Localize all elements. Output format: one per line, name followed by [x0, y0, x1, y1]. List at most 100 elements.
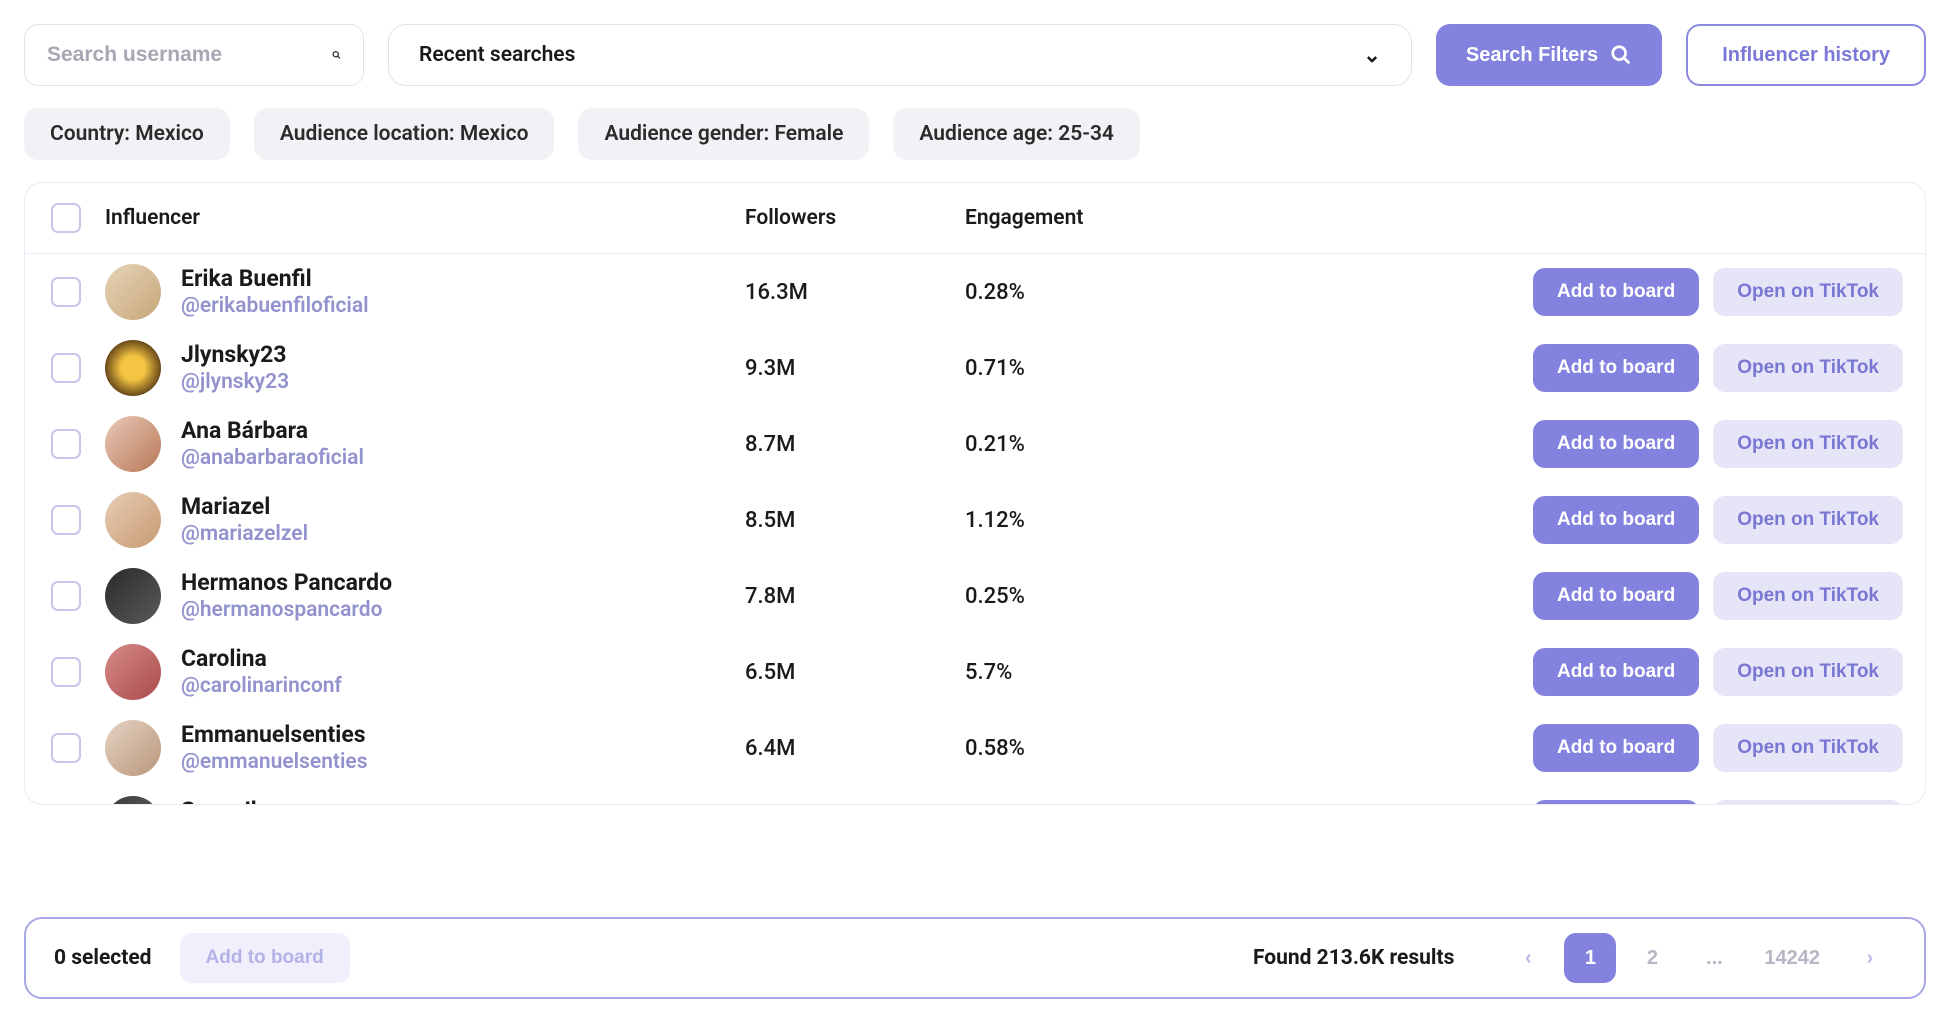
- influencer-history-button[interactable]: Influencer history: [1686, 24, 1926, 86]
- row-checkbox[interactable]: [51, 657, 81, 687]
- table-row: Carolina@carolinarinconf6.5M5.7%Add to b…: [25, 634, 1925, 710]
- row-checkbox[interactable]: [51, 733, 81, 763]
- influencer-name: Jlynsky23: [181, 341, 289, 370]
- engagement-value: 5.7%: [965, 660, 1503, 685]
- open-on-tiktok-button[interactable]: Open on TikTok: [1713, 496, 1903, 544]
- selected-count: 0 selected: [54, 946, 152, 970]
- column-header-engagement: Engagement: [965, 206, 1503, 230]
- row-checkbox[interactable]: [51, 277, 81, 307]
- add-to-board-button[interactable]: Add to board: [1533, 572, 1699, 620]
- table-row: Sosa Jhons@sosajhons6.5M1.6%Add to board…: [25, 786, 1925, 804]
- influencer-name: Carolina: [181, 645, 342, 674]
- engagement-value: 0.25%: [965, 584, 1503, 609]
- row-checkbox[interactable]: [51, 353, 81, 383]
- avatar: [105, 644, 161, 700]
- influencer-cell[interactable]: Mariazel@mariazelzel: [105, 492, 745, 548]
- add-to-board-button[interactable]: Add to board: [1533, 724, 1699, 772]
- row-checkbox[interactable]: [51, 429, 81, 459]
- filter-chip-audience-location[interactable]: Audience location: Mexico: [254, 108, 555, 160]
- search-username-box[interactable]: [24, 24, 364, 86]
- open-on-tiktok-button[interactable]: Open on TikTok: [1713, 420, 1903, 468]
- avatar: [105, 568, 161, 624]
- influencer-handle: @mariazelzel: [181, 521, 308, 547]
- engagement-value: 0.28%: [965, 280, 1503, 305]
- add-to-board-footer-button[interactable]: Add to board: [180, 933, 350, 983]
- influencer-cell[interactable]: Jlynsky23@jlynsky23: [105, 340, 745, 396]
- influencer-cell[interactable]: Ana Bárbara@anabarbaraoficial: [105, 416, 745, 472]
- search-icon: [1610, 44, 1632, 66]
- influencer-cell[interactable]: Hermanos Pancardo@hermanospancardo: [105, 568, 745, 624]
- pager-prev-button[interactable]: ‹: [1502, 933, 1554, 983]
- search-input[interactable]: [47, 43, 332, 67]
- influencer-handle: @anabarbaraoficial: [181, 445, 364, 471]
- table-row: Mariazel@mariazelzel8.5M1.12%Add to boar…: [25, 482, 1925, 558]
- open-on-tiktok-button[interactable]: Open on TikTok: [1713, 344, 1903, 392]
- chevron-down-icon: ⌄: [1363, 43, 1381, 68]
- add-to-board-button[interactable]: Add to board: [1533, 496, 1699, 544]
- influencer-handle: @emmanuelsenties: [181, 749, 368, 775]
- results-count: Found 213.6K results: [1253, 946, 1454, 970]
- open-on-tiktok-button[interactable]: Open on TikTok: [1713, 724, 1903, 772]
- table-row: Jlynsky23@jlynsky239.3M0.71%Add to board…: [25, 330, 1925, 406]
- table-body: Erika Buenfil@erikabuenfiloficial16.3M0.…: [25, 254, 1925, 804]
- followers-value: 16.3M: [745, 280, 965, 305]
- influencer-cell[interactable]: Erika Buenfil@erikabuenfiloficial: [105, 264, 745, 320]
- followers-value: 8.5M: [745, 508, 965, 533]
- influencer-name: Erika Buenfil: [181, 265, 369, 294]
- add-to-board-button[interactable]: Add to board: [1533, 344, 1699, 392]
- avatar: [105, 492, 161, 548]
- avatar: [105, 264, 161, 320]
- filter-chip-audience-gender[interactable]: Audience gender: Female: [578, 108, 869, 160]
- add-to-board-button[interactable]: Add to board: [1533, 268, 1699, 316]
- influencer-name: Mariazel: [181, 493, 308, 522]
- followers-value: 6.4M: [745, 736, 965, 761]
- influencer-cell[interactable]: Carolina@carolinarinconf: [105, 644, 745, 700]
- recent-searches-label: Recent searches: [419, 43, 575, 67]
- filter-chip-country[interactable]: Country: Mexico: [24, 108, 230, 160]
- pager-page-last[interactable]: 14242: [1750, 933, 1834, 983]
- select-all-checkbox[interactable]: [51, 203, 81, 233]
- pagination: ‹ 1 2 ... 14242 ›: [1502, 933, 1896, 983]
- engagement-value: 1.12%: [965, 508, 1503, 533]
- search-filters-button[interactable]: Search Filters: [1436, 24, 1662, 86]
- open-on-tiktok-button[interactable]: Open on TikTok: [1713, 800, 1903, 804]
- avatar: [105, 720, 161, 776]
- open-on-tiktok-button[interactable]: Open on TikTok: [1713, 648, 1903, 696]
- pager-page-1[interactable]: 1: [1564, 933, 1616, 983]
- table-header: Influencer Followers Engagement: [25, 183, 1925, 254]
- followers-value: 9.3M: [745, 356, 965, 381]
- column-header-influencer: Influencer: [105, 206, 745, 230]
- table-row: Erika Buenfil@erikabuenfiloficial16.3M0.…: [25, 254, 1925, 330]
- footer-bar: 0 selected Add to board Found 213.6K res…: [24, 917, 1926, 999]
- influencer-cell[interactable]: Sosa Jhons@sosajhons: [105, 796, 745, 804]
- open-on-tiktok-button[interactable]: Open on TikTok: [1713, 268, 1903, 316]
- table-row: Emmanuelsenties@emmanuelsenties6.4M0.58%…: [25, 710, 1925, 786]
- engagement-value: 0.58%: [965, 736, 1503, 761]
- influencer-handle: @carolinarinconf: [181, 673, 342, 699]
- influencer-handle: @hermanospancardo: [181, 597, 392, 623]
- open-on-tiktok-button[interactable]: Open on TikTok: [1713, 572, 1903, 620]
- engagement-value: 0.21%: [965, 432, 1503, 457]
- pager-next-button[interactable]: ›: [1844, 933, 1896, 983]
- add-to-board-button[interactable]: Add to board: [1533, 420, 1699, 468]
- recent-searches-dropdown[interactable]: Recent searches ⌄: [388, 24, 1412, 86]
- influencer-name: Ana Bárbara: [181, 417, 364, 446]
- column-header-followers: Followers: [745, 206, 965, 230]
- influencer-cell[interactable]: Emmanuelsenties@emmanuelsenties: [105, 720, 745, 776]
- results-table: Influencer Followers Engagement Erika Bu…: [24, 182, 1926, 805]
- filter-chips-row: Country: Mexico Audience location: Mexic…: [24, 108, 1926, 160]
- add-to-board-button[interactable]: Add to board: [1533, 800, 1699, 804]
- avatar: [105, 340, 161, 396]
- row-checkbox[interactable]: [51, 505, 81, 535]
- influencer-name: Sosa Jhons: [181, 797, 301, 805]
- row-checkbox[interactable]: [51, 581, 81, 611]
- filter-chip-audience-age[interactable]: Audience age: 25-34: [893, 108, 1140, 160]
- influencer-name: Hermanos Pancardo: [181, 569, 392, 598]
- followers-value: 8.7M: [745, 432, 965, 457]
- pager-page-2[interactable]: 2: [1626, 933, 1678, 983]
- followers-value: 7.8M: [745, 584, 965, 609]
- pager-ellipsis: ...: [1688, 933, 1740, 983]
- search-filters-label: Search Filters: [1466, 44, 1598, 67]
- add-to-board-button[interactable]: Add to board: [1533, 648, 1699, 696]
- search-icon: [332, 42, 341, 68]
